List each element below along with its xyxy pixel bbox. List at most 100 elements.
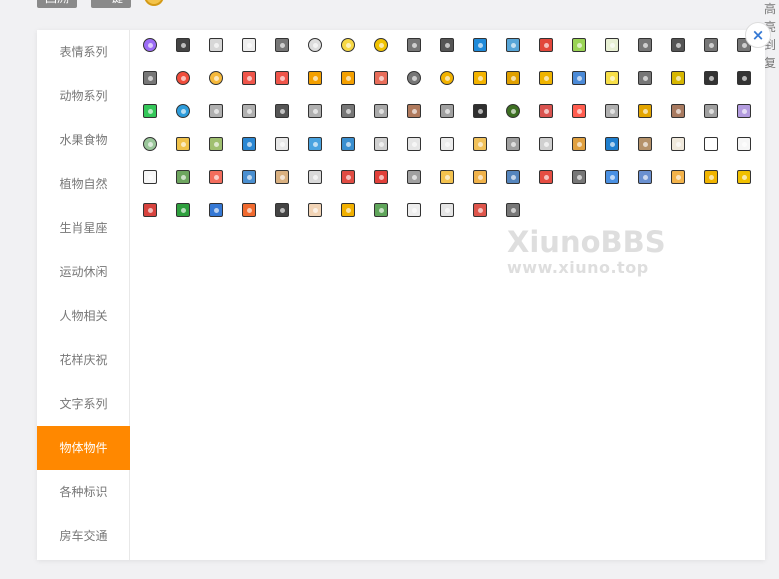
emoji-11-icon[interactable] xyxy=(473,38,487,52)
emoji-55-icon[interactable] xyxy=(671,104,685,118)
category-zodiac[interactable]: 生肖星座 xyxy=(37,206,130,250)
emoji-60-icon[interactable] xyxy=(209,137,223,151)
emoji-76-icon[interactable] xyxy=(737,137,751,151)
emoji-62-icon[interactable] xyxy=(275,137,289,151)
emoji-97-icon[interactable] xyxy=(176,203,190,217)
emoji-29-icon[interactable] xyxy=(440,71,454,85)
emoji-38-icon[interactable] xyxy=(737,71,751,85)
emoji-68-icon[interactable] xyxy=(473,137,487,151)
emoji-12-icon[interactable] xyxy=(506,38,520,52)
emoji-61-icon[interactable] xyxy=(242,137,256,151)
emoji-27-icon[interactable] xyxy=(374,71,388,85)
emoji-107-icon[interactable] xyxy=(506,203,520,217)
emoji-94-icon[interactable] xyxy=(704,170,718,184)
category-celebration[interactable]: 花样庆祝 xyxy=(37,338,130,382)
emoji-56-icon[interactable] xyxy=(704,104,718,118)
emoji-90-icon[interactable] xyxy=(572,170,586,184)
emoji-93-icon[interactable] xyxy=(671,170,685,184)
emoji-33-icon[interactable] xyxy=(572,71,586,85)
emoji-106-icon[interactable] xyxy=(473,203,487,217)
category-sports[interactable]: 运动休闲 xyxy=(37,250,130,294)
emoji-87-icon[interactable] xyxy=(473,170,487,184)
close-button[interactable]: × xyxy=(745,22,771,48)
emoji-67-icon[interactable] xyxy=(440,137,454,151)
emoji-58-icon[interactable] xyxy=(143,137,157,151)
emoji-1-icon[interactable] xyxy=(143,38,157,52)
emoji-102-icon[interactable] xyxy=(341,203,355,217)
emoji-78-icon[interactable] xyxy=(176,170,190,184)
top-right-button[interactable]: 一键 xyxy=(91,0,131,8)
emoji-42-icon[interactable] xyxy=(242,104,256,118)
emoji-66-icon[interactable] xyxy=(407,137,421,151)
emoji-14-icon[interactable] xyxy=(572,38,586,52)
emoji-49-icon[interactable] xyxy=(473,104,487,118)
emoji-7-icon[interactable] xyxy=(341,38,355,52)
emoji-57-icon[interactable] xyxy=(737,104,751,118)
emoji-24-icon[interactable] xyxy=(275,71,289,85)
emoji-34-icon[interactable] xyxy=(605,71,619,85)
emoji-71-icon[interactable] xyxy=(572,137,586,151)
emoji-105-icon[interactable] xyxy=(440,203,454,217)
emoji-63-icon[interactable] xyxy=(308,137,322,151)
emoji-91-icon[interactable] xyxy=(605,170,619,184)
emoji-4-icon[interactable] xyxy=(242,38,256,52)
emoji-64-icon[interactable] xyxy=(341,137,355,151)
emoji-95-icon[interactable] xyxy=(737,170,751,184)
emoji-77-icon[interactable] xyxy=(143,170,157,184)
emoji-103-icon[interactable] xyxy=(374,203,388,217)
emoji-31-icon[interactable] xyxy=(506,71,520,85)
emoji-69-icon[interactable] xyxy=(506,137,520,151)
category-food[interactable]: 水果食物 xyxy=(37,118,130,162)
category-transport[interactable]: 房车交通 xyxy=(37,514,130,558)
emoji-100-icon[interactable] xyxy=(275,203,289,217)
category-objects[interactable]: 物体物件 xyxy=(37,426,130,470)
emoji-85-icon[interactable] xyxy=(407,170,421,184)
emoji-101-icon[interactable] xyxy=(308,203,322,217)
emoji-30-icon[interactable] xyxy=(473,71,487,85)
emoji-81-icon[interactable] xyxy=(275,170,289,184)
emoji-2-icon[interactable] xyxy=(176,38,190,52)
emoji-35-icon[interactable] xyxy=(638,71,652,85)
emoji-92-icon[interactable] xyxy=(638,170,652,184)
emoji-32-icon[interactable] xyxy=(539,71,553,85)
emoji-84-icon[interactable] xyxy=(374,170,388,184)
emoji-3-icon[interactable] xyxy=(209,38,223,52)
emoji-96-icon[interactable] xyxy=(143,203,157,217)
category-text[interactable]: 文字系列 xyxy=(37,382,130,426)
emoji-88-icon[interactable] xyxy=(506,170,520,184)
emoji-26-icon[interactable] xyxy=(341,71,355,85)
emoji-10-icon[interactable] xyxy=(440,38,454,52)
emoji-16-icon[interactable] xyxy=(638,38,652,52)
emoji-79-icon[interactable] xyxy=(209,170,223,184)
emoji-39-icon[interactable] xyxy=(143,104,157,118)
emoji-6-icon[interactable] xyxy=(308,38,322,52)
emoji-15-icon[interactable] xyxy=(605,38,619,52)
emoji-50-icon[interactable] xyxy=(506,104,520,118)
emoji-82-icon[interactable] xyxy=(308,170,322,184)
emoji-23-icon[interactable] xyxy=(242,71,256,85)
category-signs[interactable]: 各种标识 xyxy=(37,470,130,514)
emoji-22-icon[interactable] xyxy=(209,71,223,85)
emoji-52-icon[interactable] xyxy=(572,104,586,118)
emoji-74-icon[interactable] xyxy=(671,137,685,151)
category-expression[interactable]: 表情系列 xyxy=(37,30,130,74)
emoji-45-icon[interactable] xyxy=(341,104,355,118)
category-people[interactable]: 人物相关 xyxy=(37,294,130,338)
emoji-41-icon[interactable] xyxy=(209,104,223,118)
category-animal[interactable]: 动物系列 xyxy=(37,74,130,118)
emoji-20-icon[interactable] xyxy=(143,71,157,85)
emoji-80-icon[interactable] xyxy=(242,170,256,184)
emoji-59-icon[interactable] xyxy=(176,137,190,151)
emoji-46-icon[interactable] xyxy=(374,104,388,118)
emoji-47-icon[interactable] xyxy=(407,104,421,118)
emoji-51-icon[interactable] xyxy=(539,104,553,118)
emoji-8-icon[interactable] xyxy=(374,38,388,52)
emoji-21-icon[interactable] xyxy=(176,71,190,85)
emoji-17-icon[interactable] xyxy=(671,38,685,52)
emoji-99-icon[interactable] xyxy=(242,203,256,217)
emoji-65-icon[interactable] xyxy=(374,137,388,151)
emoji-18-icon[interactable] xyxy=(704,38,718,52)
emoji-53-icon[interactable] xyxy=(605,104,619,118)
top-left-button[interactable]: 回溯 xyxy=(37,0,77,8)
category-nature[interactable]: 植物自然 xyxy=(37,162,130,206)
